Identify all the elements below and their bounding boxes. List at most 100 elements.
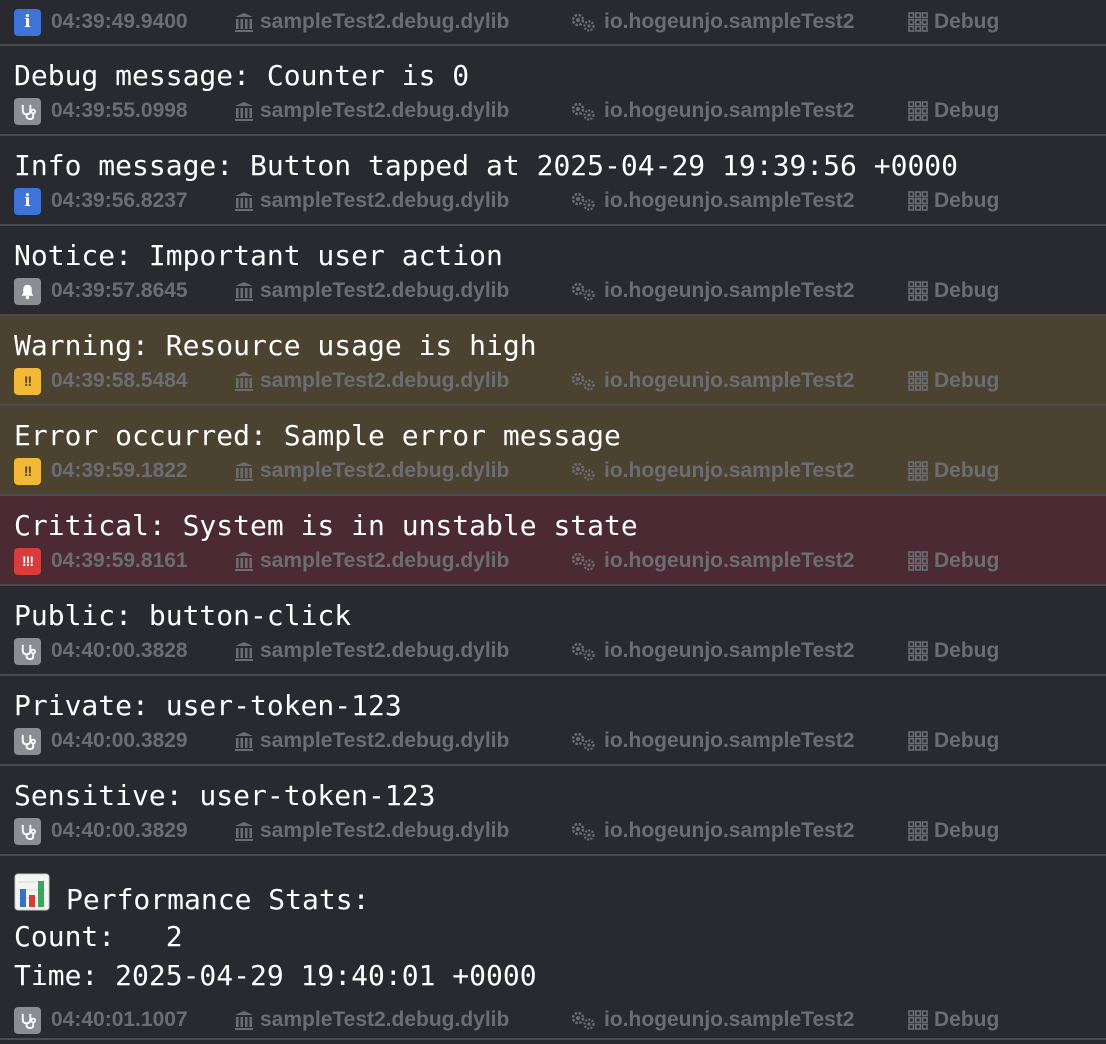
log-timestamp: 04:39:58.5484 — [51, 369, 188, 392]
stethoscope-icon — [14, 817, 41, 845]
log-category: Debug — [934, 99, 1000, 122]
double-exclamation-icon: !! — [14, 457, 41, 485]
log-message: Time: 2025-04-29 19:40:01 +0000 — [14, 959, 537, 992]
log-library: sampleTest2.debug.dylib — [260, 1008, 510, 1031]
log-subsystem: io.hogeunjo.sampleTest2 — [604, 729, 855, 752]
log-category: Debug — [934, 189, 1000, 212]
info-icon: i — [14, 8, 41, 36]
building-columns-icon — [233, 640, 255, 662]
log-entry[interactable]: Warning: Resource usage is high !! 04:39… — [0, 316, 1106, 406]
building-columns-icon — [233, 370, 255, 392]
bell-icon — [14, 277, 41, 305]
grid-icon — [907, 1009, 929, 1031]
bar-chart-emoji-icon — [14, 873, 50, 923]
gears-icon — [569, 100, 599, 122]
log-message: Debug message: Counter is 0 — [14, 59, 470, 92]
gears-icon — [569, 11, 599, 33]
gears-icon — [569, 280, 599, 302]
log-entry[interactable]: i 04:39:49.9400 sampleTest2.debug.dylib … — [0, 0, 1106, 46]
log-subsystem: io.hogeunjo.sampleTest2 — [604, 549, 855, 572]
log-entry[interactable]: Info message: Button tapped at 2025-04-2… — [0, 136, 1106, 226]
log-entry[interactable]: Private: user-token-123 04:40:00.3829 sa… — [0, 676, 1106, 766]
log-timestamp: 04:39:55.0998 — [51, 99, 188, 122]
building-columns-icon — [233, 1009, 255, 1031]
log-metadata: i 04:39:56.8237 sampleTest2.debug.dylib … — [14, 181, 1106, 221]
log-entry[interactable]: Error occurred: Sample error message !! … — [0, 406, 1106, 496]
log-timestamp: 04:39:49.9400 — [51, 10, 188, 33]
log-timestamp: 04:40:00.3829 — [51, 729, 188, 752]
log-category: Debug — [934, 459, 1000, 482]
gears-icon — [569, 730, 599, 752]
log-timestamp: 04:39:59.1822 — [51, 459, 188, 482]
stethoscope-icon — [14, 1006, 41, 1034]
grid-icon — [907, 11, 929, 33]
grid-icon — [907, 730, 929, 752]
gears-icon — [569, 1009, 599, 1031]
log-message: Public: button-click — [14, 599, 352, 632]
log-message: Private: user-token-123 — [14, 689, 402, 722]
log-message: Sensitive: user-token-123 — [14, 779, 436, 812]
log-subsystem: io.hogeunjo.sampleTest2 — [604, 819, 855, 842]
log-subsystem: io.hogeunjo.sampleTest2 — [604, 639, 855, 662]
log-category: Debug — [934, 639, 1000, 662]
log-message: Count: 2 — [14, 920, 183, 953]
log-timestamp: 04:40:00.3828 — [51, 639, 188, 662]
log-entry[interactable]: Sensitive: user-token-123 04:40:00.3829 … — [0, 766, 1106, 856]
building-columns-icon — [233, 460, 255, 482]
gears-icon — [569, 550, 599, 572]
double-exclamation-icon: !! — [14, 367, 41, 395]
gears-icon — [569, 370, 599, 392]
log-message: Notice: Important user action — [14, 239, 503, 272]
gears-icon — [569, 460, 599, 482]
log-metadata: i 04:39:49.9400 sampleTest2.debug.dylib … — [14, 0, 1106, 44]
log-metadata: 04:39:55.0998 sampleTest2.debug.dylib io… — [14, 91, 1106, 131]
log-category: Debug — [934, 1008, 1000, 1031]
log-entry-performance-stats[interactable]: Performance Stats: Count: 2 Time: 2025-0… — [0, 856, 1106, 1040]
info-icon: i — [14, 187, 41, 215]
log-category: Debug — [934, 729, 1000, 752]
log-library: sampleTest2.debug.dylib — [260, 189, 510, 212]
log-library: sampleTest2.debug.dylib — [260, 369, 510, 392]
log-entry[interactable]: Critical: System is in unstable state !!… — [0, 496, 1106, 586]
log-subsystem: io.hogeunjo.sampleTest2 — [604, 279, 855, 302]
log-message: Error occurred: Sample error message — [14, 419, 621, 452]
log-message: Info message: Button tapped at 2025-04-2… — [14, 149, 959, 182]
log-subsystem: io.hogeunjo.sampleTest2 — [604, 99, 855, 122]
log-category: Debug — [934, 819, 1000, 842]
grid-icon — [907, 280, 929, 302]
grid-icon — [907, 640, 929, 662]
log-category: Debug — [934, 279, 1000, 302]
log-metadata: !! 04:39:59.1822 sampleTest2.debug.dylib… — [14, 451, 1106, 491]
log-library: sampleTest2.debug.dylib — [260, 639, 510, 662]
log-subsystem: io.hogeunjo.sampleTest2 — [604, 189, 855, 212]
log-timestamp: 04:39:57.8645 — [51, 279, 188, 302]
log-category: Debug — [934, 369, 1000, 392]
grid-icon — [907, 460, 929, 482]
stethoscope-icon — [14, 97, 41, 125]
log-timestamp: 04:40:01.1007 — [51, 1008, 188, 1031]
log-entry[interactable]: Debug message: Counter is 0 04:39:55.099… — [0, 46, 1106, 136]
building-columns-icon — [233, 730, 255, 752]
grid-icon — [907, 820, 929, 842]
building-columns-icon — [233, 280, 255, 302]
gears-icon — [569, 820, 599, 842]
building-columns-icon — [233, 550, 255, 572]
building-columns-icon — [233, 190, 255, 212]
stethoscope-icon — [14, 727, 41, 755]
log-entry[interactable]: Public: button-click 04:40:00.3828 sampl… — [0, 586, 1106, 676]
log-metadata: 04:40:00.3829 sampleTest2.debug.dylib io… — [14, 721, 1106, 761]
log-metadata: !!! 04:39:59.8161 sampleTest2.debug.dyli… — [14, 541, 1106, 581]
grid-icon — [907, 370, 929, 392]
log-subsystem: io.hogeunjo.sampleTest2 — [604, 10, 855, 33]
log-message: Warning: Resource usage is high — [14, 329, 537, 362]
triple-exclamation-icon: !!! — [14, 547, 41, 575]
log-timestamp: 04:40:00.3829 — [51, 819, 188, 842]
log-metadata: !! 04:39:58.5484 sampleTest2.debug.dylib… — [14, 361, 1106, 401]
log-timestamp: 04:39:56.8237 — [51, 189, 188, 212]
grid-icon — [907, 100, 929, 122]
gears-icon — [569, 640, 599, 662]
console-log: i 04:39:49.9400 sampleTest2.debug.dylib … — [0, 0, 1106, 1040]
log-category: Debug — [934, 10, 1000, 33]
log-entry[interactable]: Notice: Important user action 04:39:57.8… — [0, 226, 1106, 316]
log-library: sampleTest2.debug.dylib — [260, 459, 510, 482]
